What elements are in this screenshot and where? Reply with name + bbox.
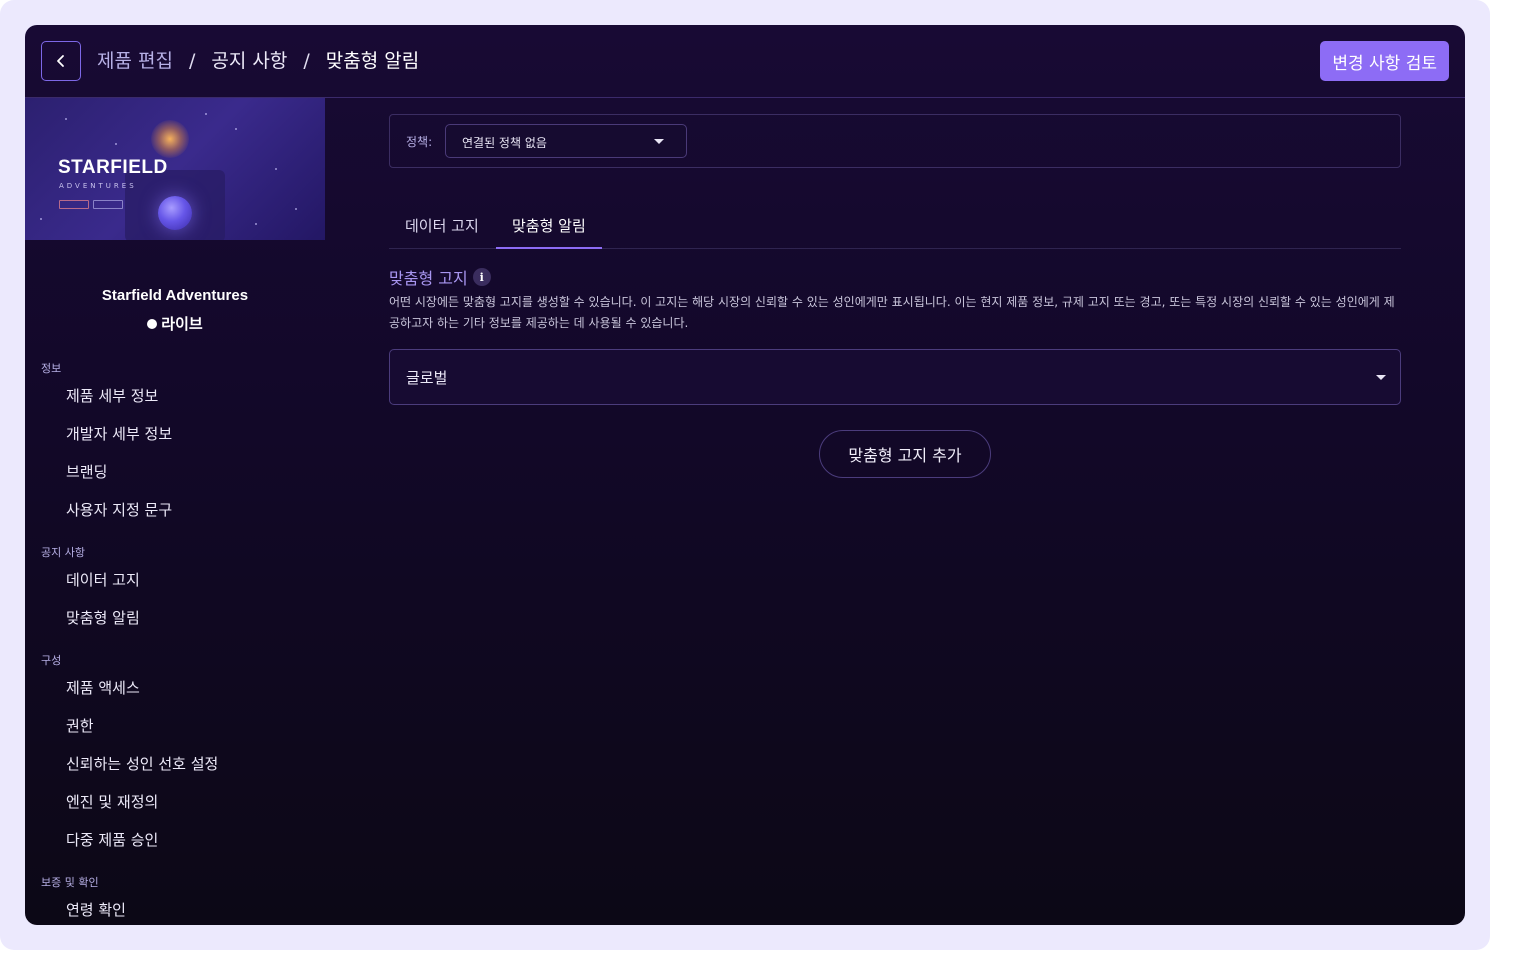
caret-down-icon <box>1376 375 1386 380</box>
caret-down-icon <box>654 139 664 144</box>
product-name: Starfield Adventures <box>101 287 249 304</box>
breadcrumb-separator: / <box>188 50 196 72</box>
status-badge: 라이브 <box>25 313 325 334</box>
thumbnail-logo: STARFIELD <box>58 157 168 178</box>
sidebar-item-multi-product-approval[interactable]: 다중 제품 승인 <box>66 829 158 850</box>
tab-bar: 데이터 고지 맞춤형 알림 <box>389 205 1401 249</box>
breadcrumb-separator: / <box>303 50 310 72</box>
sidebar-item-data-notice[interactable]: 데이터 고지 <box>66 569 140 590</box>
policy-select-value: 연결된 정책 없음 <box>462 136 547 150</box>
policy-select[interactable]: 연결된 정책 없음 <box>445 124 687 158</box>
sidebar-section-config: 구성 <box>41 654 62 667</box>
sidebar-item-developer-details[interactable]: 개발자 세부 정보 <box>66 423 172 444</box>
section-title-text: 맞춤형 고지 <box>389 269 468 288</box>
thumbnail-mini-button <box>59 200 89 209</box>
sidebar-item-product-access[interactable]: 제품 액세스 <box>66 677 140 698</box>
breadcrumb: 제품 편집 / 공지 사항 / 맞춤형 알림 <box>97 47 419 75</box>
market-select[interactable]: 글로벌 <box>389 349 1401 405</box>
sidebar-item-custom-alerts[interactable]: 맞춤형 알림 <box>66 607 140 628</box>
section-description: 어떤 시장에든 맞춤형 고지를 생성할 수 있습니다. 이 고지는 해당 시장의… <box>389 295 1395 330</box>
tab-data-notice[interactable]: 데이터 고지 <box>389 215 495 249</box>
back-button[interactable] <box>41 41 81 81</box>
sidebar-item-trusted-adult-prefs[interactable]: 신뢰하는 성인 선호 설정 <box>66 753 218 774</box>
live-dot-icon <box>147 319 158 329</box>
sidebar-item-engine-overrides[interactable]: 엔진 및 재정의 <box>66 791 158 812</box>
market-select-value: 글로벌 <box>406 369 448 387</box>
sidebar-item-branding[interactable]: 브랜딩 <box>66 461 107 482</box>
thumbnail-mini-button <box>93 200 123 209</box>
policy-label: 정책: <box>406 135 433 149</box>
thumbnail-logo-subtitle: ADVENTURES <box>59 182 137 190</box>
sidebar-item-custom-text[interactable]: 사용자 지정 문구 <box>66 499 172 520</box>
sun-glow <box>151 120 189 158</box>
product-thumbnail: STARFIELD ADVENTURES <box>25 98 325 240</box>
sidebar-item-product-details[interactable]: 제품 세부 정보 <box>66 385 158 406</box>
section-title: 맞춤형 고지 i <box>389 265 491 289</box>
planet-image <box>158 196 192 230</box>
info-icon[interactable]: i <box>472 268 491 286</box>
top-bar: 제품 편집 / 공지 사항 / 맞춤형 알림 변경 사항 검토 <box>25 25 1465 98</box>
breadcrumb-item-edit-product[interactable]: 제품 편집 <box>97 47 173 75</box>
policy-bar: 정책: 연결된 정책 없음 <box>389 114 1401 168</box>
tab-custom-alerts[interactable]: 맞춤형 알림 <box>496 215 602 249</box>
app-window: 제품 편집 / 공지 사항 / 맞춤형 알림 변경 사항 검토 STARFIEL… <box>25 25 1465 925</box>
sidebar-section-notices: 공지 사항 <box>41 546 85 559</box>
status-label: 라이브 <box>161 315 203 333</box>
breadcrumb-item-custom-alerts: 맞춤형 알림 <box>325 50 420 72</box>
breadcrumb-item-notices[interactable]: 공지 사항 <box>211 47 287 75</box>
sidebar-section-info: 정보 <box>41 362 62 375</box>
chevron-left-icon <box>57 55 64 67</box>
add-custom-notice-button[interactable]: 맞춤형 고지 추가 <box>819 430 991 478</box>
sidebar-item-permissions[interactable]: 권한 <box>66 715 94 736</box>
review-changes-button[interactable]: 변경 사항 검토 <box>1320 41 1449 81</box>
sidebar-section-assurance: 보증 및 확인 <box>41 876 99 889</box>
sidebar: STARFIELD ADVENTURES Starfield Adventure… <box>25 98 325 925</box>
sidebar-item-age-verification[interactable]: 연령 확인 <box>66 899 126 920</box>
